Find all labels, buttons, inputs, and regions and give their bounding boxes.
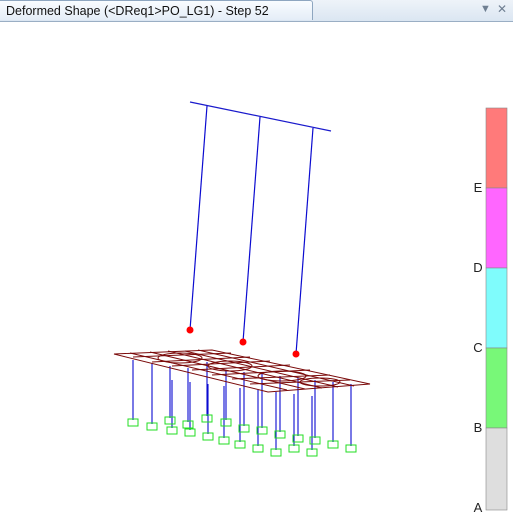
close-icon[interactable]: ✕ [497, 2, 507, 16]
window-tab[interactable]: Deformed Shape (<DReq1>PO_LG1) - Step 52 [0, 0, 313, 20]
window-title: Deformed Shape (<DReq1>PO_LG1) - Step 52 [6, 4, 269, 18]
legend-band [485, 267, 508, 349]
tall-column [295, 127, 314, 355]
top-beam [189, 101, 332, 132]
supports [127, 414, 357, 457]
title-bar: Deformed Shape (<DReq1>PO_LG1) - Step 52… [0, 0, 513, 22]
legend-band [485, 187, 508, 269]
dropdown-triangle-icon[interactable]: ▼ [480, 3, 491, 15]
model-viewport[interactable]: E D C B A [0, 22, 513, 517]
legend-bar [485, 107, 508, 511]
legend-label-d: D [473, 260, 483, 275]
tall-column [189, 105, 208, 331]
legend-label-a: A [473, 500, 483, 515]
hinge-marker [186, 326, 194, 334]
structure-drawing [113, 101, 508, 511]
legend-label-e: E [473, 180, 483, 195]
legend-band [485, 107, 508, 189]
legend-label-c: C [473, 340, 483, 355]
legend-label-b: B [473, 420, 483, 435]
legend-band [485, 347, 508, 429]
hinge-marker [292, 350, 300, 358]
tall-column [242, 116, 261, 343]
hinge-marker [239, 338, 247, 346]
legend-band [485, 427, 508, 511]
